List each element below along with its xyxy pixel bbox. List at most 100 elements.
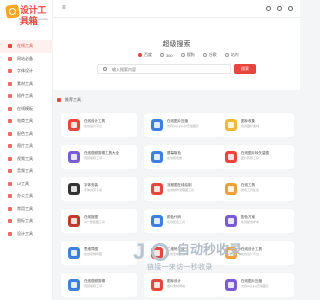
tool-card[interactable]: 屏幕取色 在线取色器 bbox=[144, 145, 220, 169]
tool-desc: 视频编辑工具 bbox=[84, 156, 103, 160]
sidebar-item[interactable]: 办公工具 bbox=[0, 190, 53, 203]
engine-tab[interactable]: 站内 bbox=[224, 52, 239, 58]
radio-icon bbox=[202, 53, 207, 57]
tool-desc: 在线制作流程图工具 bbox=[167, 188, 195, 192]
category-icon bbox=[8, 119, 12, 124]
category-icon bbox=[8, 231, 12, 236]
engine-label: 搜狗 bbox=[186, 52, 195, 57]
tool-icon bbox=[68, 215, 80, 227]
tool-card[interactable]: 在线图片压缩 支持png,jpg,gif压缩图片 bbox=[144, 113, 220, 137]
category-icon bbox=[8, 144, 12, 149]
sidebar-item[interactable]: 常用工具 bbox=[0, 203, 53, 216]
section-title: 推荐工具 bbox=[65, 97, 81, 102]
search-button[interactable]: 搜索 bbox=[234, 64, 256, 74]
watermark: J 自动秒收录 链接一来访一秒收录 bbox=[133, 238, 293, 278]
engine-tab[interactable]: 搜狗 bbox=[180, 52, 195, 58]
tool-card[interactable]: 字体安装 字体资源下载 bbox=[61, 177, 137, 201]
tool-card[interactable]: 图标收集 在线图标素材 bbox=[218, 113, 294, 137]
tool-card[interactable]: 思维导图 在线思维导图 bbox=[61, 241, 137, 265]
tool-desc: 在线取色器 bbox=[167, 156, 183, 160]
sidebar-item[interactable]: 字体设计 bbox=[0, 65, 53, 78]
tool-icon bbox=[151, 151, 163, 163]
tool-icon bbox=[151, 279, 163, 291]
sidebar-item[interactable]: 插件工具 bbox=[0, 90, 53, 103]
radio-icon bbox=[160, 53, 164, 57]
tool-icon bbox=[68, 183, 80, 195]
category-icon bbox=[8, 56, 12, 61]
sidebar-item[interactable]: 电商工具 bbox=[0, 115, 53, 128]
theme-toggle-icon[interactable] bbox=[266, 6, 271, 11]
sidebar-item-label: 办公工具 bbox=[17, 193, 33, 199]
engine-label: 谷歌 bbox=[208, 52, 217, 57]
sidebar-item-label: 视频工具 bbox=[17, 155, 33, 161]
sidebar-item-label: 配色工具 bbox=[17, 130, 33, 136]
sidebar-item[interactable]: 在线模板 bbox=[0, 103, 53, 116]
sidebar-item-label: 音频工具 bbox=[17, 168, 33, 174]
sidebar-nav: 在线工具 网站必备 字体设计 素材工具 插件工具 在线模板 电商工具 配色工具 … bbox=[0, 40, 53, 240]
radio-icon bbox=[138, 53, 142, 57]
sidebar-item[interactable]: UI工具 bbox=[0, 178, 53, 191]
tool-card[interactable]: 流程图在线绘制 在线制作流程图工具 bbox=[144, 177, 220, 201]
sidebar-item[interactable]: 图标工具 bbox=[0, 215, 53, 228]
tool-card[interactable]: 配色方案 在线配色参考 bbox=[218, 209, 294, 233]
sidebar-item-label: 图片工具 bbox=[17, 143, 33, 149]
tool-card[interactable]: 在线工具 常用工具集合 bbox=[218, 177, 294, 201]
sidebar-item[interactable]: 音频工具 bbox=[0, 165, 53, 178]
tool-icon bbox=[68, 279, 80, 291]
tool-card[interactable]: 颜色代码 在线配色工具 bbox=[144, 209, 220, 233]
search-panel: 超级搜索 百度 360 搜狗 谷歌 站内 搜索 bbox=[53, 18, 300, 90]
search-title: 超级搜索 bbox=[162, 41, 191, 48]
watermark-brand: 自动秒收录 bbox=[177, 242, 243, 257]
tool-icon bbox=[68, 247, 80, 259]
sidebar-item[interactable]: 设计工具 bbox=[0, 228, 53, 241]
engine-tab[interactable]: 360 bbox=[160, 52, 173, 58]
tool-desc: 图片转换工具 bbox=[241, 156, 260, 160]
tool-desc: 在线配色参考 bbox=[241, 220, 260, 224]
sidebar-item[interactable]: 图片工具 bbox=[0, 140, 53, 153]
sidebar-item-label: 常用工具 bbox=[17, 205, 33, 211]
site-logo[interactable]: 设计工具箱 Be Creative Everyday bbox=[5, 4, 50, 27]
category-icon bbox=[8, 106, 12, 111]
sidebar-item-label: 在线工具 bbox=[17, 43, 33, 49]
search-box bbox=[97, 64, 231, 74]
sidebar-item[interactable]: 视频工具 bbox=[0, 153, 53, 166]
category-icon bbox=[8, 94, 12, 99]
category-icon bbox=[8, 131, 12, 136]
radio-icon bbox=[180, 53, 185, 57]
section-header: 推荐工具 bbox=[57, 97, 81, 103]
tool-desc: 在线图标素材 bbox=[241, 124, 260, 128]
sidebar-item-label: 字体设计 bbox=[17, 68, 33, 74]
sidebar-item[interactable]: 素材工具 bbox=[0, 78, 53, 91]
tool-desc: 在线配色工具 bbox=[167, 220, 186, 224]
tool-card[interactable]: 在线视频剪辑工具大全 视频编辑工具 bbox=[61, 145, 137, 169]
radio-icon bbox=[224, 53, 229, 57]
tool-icon bbox=[225, 279, 237, 291]
watermark-tagline: 链接一来访一秒收录 bbox=[147, 264, 213, 271]
engine-label: 360 bbox=[166, 52, 173, 58]
sidebar-item[interactable]: 网站必备 bbox=[0, 53, 53, 66]
tool-card[interactable]: 在线抠图 AI一键抠图工具 bbox=[61, 209, 137, 233]
sidebar-item-label: 插件工具 bbox=[17, 93, 33, 99]
sidebar-item-label: UI工具 bbox=[17, 180, 29, 186]
tool-card[interactable]: 在线视频剪辑 视频编辑工具 bbox=[61, 273, 137, 297]
menu-toggle-icon[interactable]: ≡ bbox=[62, 5, 67, 11]
notification-icon[interactable] bbox=[277, 6, 282, 11]
logo-subtitle: Be Creative Everyday bbox=[19, 17, 49, 21]
tool-desc: 视频编辑工具 bbox=[84, 284, 103, 288]
search-input[interactable] bbox=[98, 65, 230, 73]
tool-desc: 图标素材网站 bbox=[167, 284, 186, 288]
user-icon[interactable] bbox=[288, 6, 293, 11]
tool-card[interactable]: 在线图片转矢量图 图片转换工具 bbox=[218, 145, 294, 169]
engine-tab[interactable]: 谷歌 bbox=[202, 52, 217, 58]
watermark-logo-icon: J bbox=[133, 240, 173, 264]
tool-desc: 支持png,jpg压缩图片 bbox=[241, 284, 269, 288]
tool-card[interactable]: 在线设计工具 在线设计平台 bbox=[61, 113, 137, 137]
tool-icon bbox=[225, 119, 237, 131]
engine-tab[interactable]: 百度 bbox=[138, 52, 152, 58]
sidebar-item[interactable]: 配色工具 bbox=[0, 128, 53, 141]
category-icon bbox=[8, 169, 12, 174]
category-icon bbox=[8, 219, 12, 224]
sidebar-item[interactable]: 在线工具 bbox=[0, 40, 53, 53]
tool-icon bbox=[225, 183, 237, 195]
tool-desc: AI一键抠图工具 bbox=[84, 220, 105, 224]
